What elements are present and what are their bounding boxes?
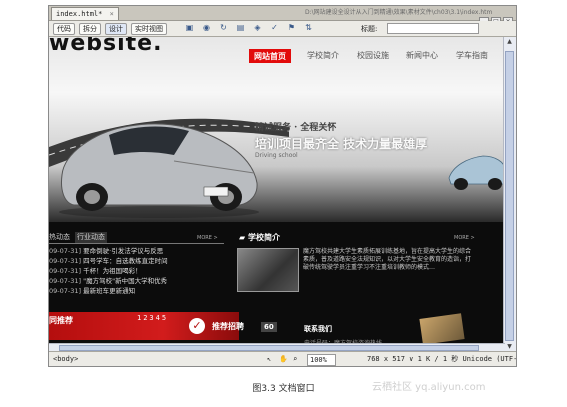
document-tab-bar: index.html* × D:\网站建设全设计从入门到精通\效果\素材文件\c… xyxy=(49,6,516,27)
car-silver-image xyxy=(59,123,259,218)
hand-tool-icon[interactable]: ✋ xyxy=(279,352,288,366)
banner-title: 同推荐 xyxy=(49,316,73,325)
slogan-sub: Driving school xyxy=(255,152,298,159)
nav-item-home[interactable]: 网站首页 xyxy=(249,49,291,63)
document-info: 768 x 517 ∨ 1 K / 1 秒 Unicode (UTF-8) xyxy=(367,355,517,363)
list-item[interactable]: 09-07-31] 四号学车：自选教练直定时间 xyxy=(49,256,224,266)
slogan-small: 精诚服务 · 全程关怀 xyxy=(255,123,337,133)
design-view-canvas[interactable]: website. 网站首页 学校简介 校园设施 新闻中心 学车指南 精诚服务 ·… xyxy=(49,37,505,352)
news-list: 09-07-31] 要命倒驶·引发法学议与反思 09-07-31] 四号学车：自… xyxy=(49,246,224,296)
zoom-select[interactable]: 100% xyxy=(307,354,336,366)
visual-aids-icon[interactable]: ◈ xyxy=(252,23,263,33)
contact-photo xyxy=(419,313,465,345)
live-view-button[interactable]: 实时视图 xyxy=(131,23,167,35)
recommend-banner: 同推荐 12345 ✓ 推荐招聘 xyxy=(49,312,244,340)
document-tab[interactable]: index.html* × xyxy=(51,7,119,20)
check-icon: ✓ xyxy=(189,318,205,334)
status-bar: <body> ↖ ✋ ⌕ 100% 768 x 517 ∨ 1 K / 1 秒 … xyxy=(49,351,516,366)
school-heading-text: 学校简介 xyxy=(247,233,280,242)
news-more-link[interactable]: MORE > xyxy=(197,235,218,241)
school-heading: ▰ 学校简介 xyxy=(239,232,280,243)
content-lower: 热动态 行业动态 MORE > 09-07-31] 要命倒驶·引发法学议与反思 … xyxy=(49,222,505,352)
news-date: 09-07-31] xyxy=(49,277,82,285)
title-label: 标题: xyxy=(361,25,378,33)
school-description: 魔方驾校共建大学生素质拓展训练基地，旨在提高大学生的综合素质，普及道路安全法规知… xyxy=(303,248,472,271)
vertical-scroll-thumb[interactable] xyxy=(505,51,514,341)
scroll-up-icon[interactable]: ▲ xyxy=(505,37,514,47)
nav-item-facilities[interactable]: 校园设施 xyxy=(357,49,389,63)
validate-icon[interactable]: ✓ xyxy=(269,23,280,33)
school-photo xyxy=(237,248,299,292)
news-date: 09-07-31] xyxy=(49,287,82,295)
car-blue-image xyxy=(448,155,505,190)
document-tab-label: index.html* xyxy=(56,10,103,18)
document-toolbar: 代码 拆分 设计 实时视图 ▣ ◉ ↻ ▤ ◈ ✓ ⚑ ⇅ 标题: xyxy=(49,21,516,37)
site-logo[interactable]: website. xyxy=(49,37,162,56)
list-item[interactable]: 09-07-31] 最新班车更新通知 xyxy=(49,286,224,296)
tab-hot-news[interactable]: 热动态 xyxy=(49,232,70,243)
news-title: "魔方驾校"新中国大学和优秀 xyxy=(83,277,168,285)
recruit-count: 60 xyxy=(261,322,277,332)
list-item[interactable]: 09-07-31] 要命倒驶·引发法学议与反思 xyxy=(49,246,224,256)
banner-page-numbers[interactable]: 12345 xyxy=(137,314,168,322)
tab-close-icon[interactable]: × xyxy=(110,10,114,18)
nav-item-about[interactable]: 学校简介 xyxy=(307,49,339,63)
nav-item-guide[interactable]: 学车指南 xyxy=(456,49,488,63)
news-date: 09-07-31] xyxy=(49,257,82,265)
news-date: 09-07-31] xyxy=(49,267,82,275)
vertical-scrollbar[interactable]: ▲ ▼ xyxy=(503,37,516,352)
hero-banner: website. 网站首页 学校简介 校园设施 新闻中心 学车指南 精诚服务 ·… xyxy=(49,37,505,222)
school-more-link[interactable]: MORE > xyxy=(454,235,475,241)
nav-item-news[interactable]: 新闻中心 xyxy=(406,49,438,63)
zoom-tool-icon[interactable]: ⌕ xyxy=(293,352,297,366)
slogan-big: 培训项目最齐全 技术力量最雄厚 xyxy=(255,137,428,151)
news-title: 千杯！为祖国喝彩！ xyxy=(83,267,142,275)
code-view-button[interactable]: 代码 xyxy=(53,23,75,35)
car-icon: ▰ xyxy=(239,233,246,242)
news-title: 最新班车更新通知 xyxy=(83,287,136,295)
tag-selector[interactable]: <body> xyxy=(53,352,78,366)
check-browser-icon[interactable]: ⚑ xyxy=(286,23,297,33)
refresh-icon[interactable]: ↻ xyxy=(218,23,229,33)
tab-industry-news[interactable]: 行业动态 xyxy=(75,232,107,243)
select-tool-icon[interactable]: ↖ xyxy=(267,352,271,366)
file-management-icon[interactable]: ⇅ xyxy=(303,23,314,33)
contact-heading: 联系我们 xyxy=(304,325,332,333)
multiscreen-icon[interactable]: ▣ xyxy=(184,23,195,33)
file-path: D:\网站建设全设计从入门到精通\效果\素材文件\ch03\3.1\index.… xyxy=(305,9,493,16)
document-window: index.html* × D:\网站建设全设计从入门到精通\效果\素材文件\c… xyxy=(48,5,517,367)
title-input[interactable] xyxy=(387,23,479,34)
list-item[interactable]: 09-07-31] "魔方驾校"新中国大学和优秀 xyxy=(49,276,224,286)
news-title: 四号学车：自选教练直定时间 xyxy=(83,257,168,265)
news-tabs: 热动态 行业动态 MORE > xyxy=(49,232,224,244)
news-title: 要命倒驶·引发法学议与反思 xyxy=(83,247,164,255)
view-options-icon[interactable]: ▤ xyxy=(235,23,246,33)
design-view-button[interactable]: 设计 xyxy=(105,23,127,35)
split-view-button[interactable]: 拆分 xyxy=(79,23,101,35)
preview-icon[interactable]: ◉ xyxy=(201,23,212,33)
news-date: 09-07-31] xyxy=(49,247,82,255)
recruit-label: 推荐招聘 xyxy=(212,322,244,331)
list-item[interactable]: 09-07-31] 千杯！为祖国喝彩！ xyxy=(49,266,224,276)
watermark: 云栖社区 yq.aliyun.com xyxy=(372,382,486,393)
